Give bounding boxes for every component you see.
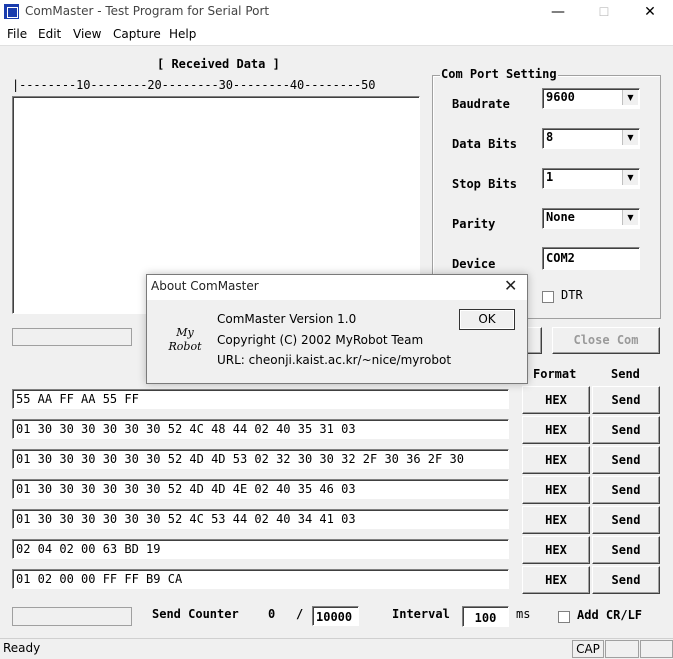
send-data-field-2[interactable]: 01 30 30 30 30 30 30 52 4C 48 44 02 40 3… xyxy=(12,419,509,439)
device-field[interactable]: COM2 xyxy=(542,247,640,270)
databits-select[interactable]: 8 ▼ xyxy=(542,128,640,149)
send-data-field-7[interactable]: 01 02 00 00 FF FF B9 CA xyxy=(12,569,509,589)
send-button-1[interactable]: Send xyxy=(592,386,660,414)
device-value: COM2 xyxy=(546,251,575,265)
receive-status-field xyxy=(12,328,132,346)
close-button[interactable]: ✕ xyxy=(627,0,673,24)
send-counter-label: Send Counter xyxy=(152,607,239,621)
format-hex-button-4[interactable]: HEX xyxy=(522,476,590,504)
logo-line2: Robot xyxy=(168,340,202,353)
send-button-3[interactable]: Send xyxy=(592,446,660,474)
chevron-down-icon[interactable]: ▼ xyxy=(622,210,638,225)
send-button-5[interactable]: Send xyxy=(592,506,660,534)
logo-line1: My xyxy=(176,326,194,339)
format-hex-button-3[interactable]: HEX xyxy=(522,446,590,474)
cap-indicator: CAP xyxy=(572,640,604,658)
stopbits-value: 1 xyxy=(546,170,554,184)
title-bar: ComMaster - Test Program for Serial Port… xyxy=(0,0,673,24)
baudrate-label: Baudrate xyxy=(452,97,510,111)
ms-label: ms xyxy=(516,607,531,621)
myrobot-logo: My Robot xyxy=(165,326,205,362)
send-data-field-1[interactable]: 55 AA FF AA 55 FF xyxy=(12,389,509,409)
format-hex-button-6[interactable]: HEX xyxy=(522,536,590,564)
format-header: Format xyxy=(533,367,577,381)
dtr-checkbox[interactable] xyxy=(542,291,554,303)
interval-field[interactable]: 100 xyxy=(462,606,509,627)
send-header: Send xyxy=(611,367,640,381)
stopbits-label: Stop Bits xyxy=(452,177,518,191)
close-com-button[interactable]: Close Com xyxy=(552,327,660,354)
minimize-button[interactable]: — xyxy=(535,0,581,24)
send-button-2[interactable]: Send xyxy=(592,416,660,444)
about-dialog-body: My Robot ComMaster Version 1.0 Copyright… xyxy=(147,300,527,383)
menu-file[interactable]: File xyxy=(7,27,27,41)
format-hex-button-5[interactable]: HEX xyxy=(522,506,590,534)
baudrate-select[interactable]: 9600 ▼ xyxy=(542,88,640,109)
maximize-button[interactable]: ☐ xyxy=(581,0,627,24)
status-bar: Ready CAP xyxy=(0,638,673,659)
add-crlf-label: Add CR/LF xyxy=(577,608,643,622)
send-button-7[interactable]: Send xyxy=(592,566,660,594)
about-version: ComMaster Version 1.0 xyxy=(217,312,357,326)
parity-label: Parity xyxy=(452,217,496,231)
scrl-indicator xyxy=(640,640,673,658)
counter-separator: / xyxy=(296,607,304,621)
databits-label: Data Bits xyxy=(452,137,518,151)
chevron-down-icon[interactable]: ▼ xyxy=(622,170,638,185)
num-indicator xyxy=(605,640,639,658)
about-copyright: Copyright (C) 2002 MyRobot Team xyxy=(217,333,424,347)
add-crlf-checkbox[interactable] xyxy=(558,611,570,623)
format-hex-button-1[interactable]: HEX xyxy=(522,386,590,414)
menu-bar: File Edit View Capture Help xyxy=(0,24,673,46)
com-port-title: Com Port Setting xyxy=(440,67,558,81)
menu-capture[interactable]: Capture xyxy=(113,27,161,41)
chevron-down-icon[interactable]: ▼ xyxy=(622,130,638,145)
send-status-field xyxy=(12,607,132,626)
window-title: ComMaster - Test Program for Serial Port xyxy=(25,4,270,18)
parity-select[interactable]: None ▼ xyxy=(542,208,640,229)
send-data-field-5[interactable]: 01 30 30 30 30 30 30 52 4C 53 44 02 40 3… xyxy=(12,509,509,529)
menu-view[interactable]: View xyxy=(73,27,101,41)
send-data-field-6[interactable]: 02 04 02 00 63 BD 19 xyxy=(12,539,509,559)
format-hex-button-7[interactable]: HEX xyxy=(522,566,590,594)
send-counter-value: 0 xyxy=(268,607,276,621)
send-data-field-3[interactable]: 01 30 30 30 30 30 30 52 4D 4D 53 02 32 3… xyxy=(12,449,509,469)
baudrate-value: 9600 xyxy=(546,90,575,104)
stopbits-select[interactable]: 1 ▼ xyxy=(542,168,640,189)
about-ok-button[interactable]: OK xyxy=(459,309,515,330)
format-hex-button-2[interactable]: HEX xyxy=(522,416,590,444)
menu-edit[interactable]: Edit xyxy=(38,27,61,41)
device-label: Device xyxy=(452,257,496,271)
parity-value: None xyxy=(546,210,575,224)
about-close-icon[interactable]: ✕ xyxy=(504,276,517,295)
column-ruler: |--------10--------20--------30--------4… xyxy=(12,78,376,92)
send-button-6[interactable]: Send xyxy=(592,536,660,564)
menu-help[interactable]: Help xyxy=(169,27,196,41)
about-dialog-title: About ComMaster xyxy=(151,279,259,293)
received-data-header: [ Received Data ] xyxy=(157,57,280,71)
app-icon xyxy=(4,4,19,19)
chevron-down-icon[interactable]: ▼ xyxy=(622,90,638,105)
send-data-field-4[interactable]: 01 30 30 30 30 30 30 52 4D 4D 4E 02 40 3… xyxy=(12,479,509,499)
interval-label: Interval xyxy=(392,607,450,621)
dtr-label: DTR xyxy=(561,288,583,302)
status-text: Ready xyxy=(3,641,41,655)
databits-value: 8 xyxy=(546,130,554,144)
send-button-4[interactable]: Send xyxy=(592,476,660,504)
about-dialog: About ComMaster ✕ My Robot ComMaster Ver… xyxy=(146,274,528,384)
counter-max-field[interactable]: 10000 xyxy=(312,606,359,626)
about-url: URL: cheonji.kaist.ac.kr/~nice/myrobot xyxy=(217,353,452,367)
